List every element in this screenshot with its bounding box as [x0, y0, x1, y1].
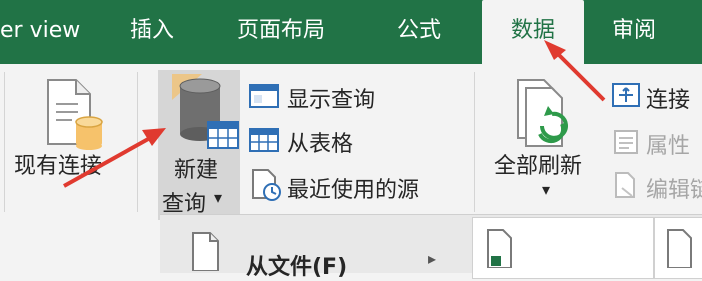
annotation-arrow	[554, 50, 606, 102]
annotation-arrow	[63, 136, 151, 188]
annotation-arrows	[63, 40, 606, 188]
arrowhead-icon	[142, 128, 166, 146]
